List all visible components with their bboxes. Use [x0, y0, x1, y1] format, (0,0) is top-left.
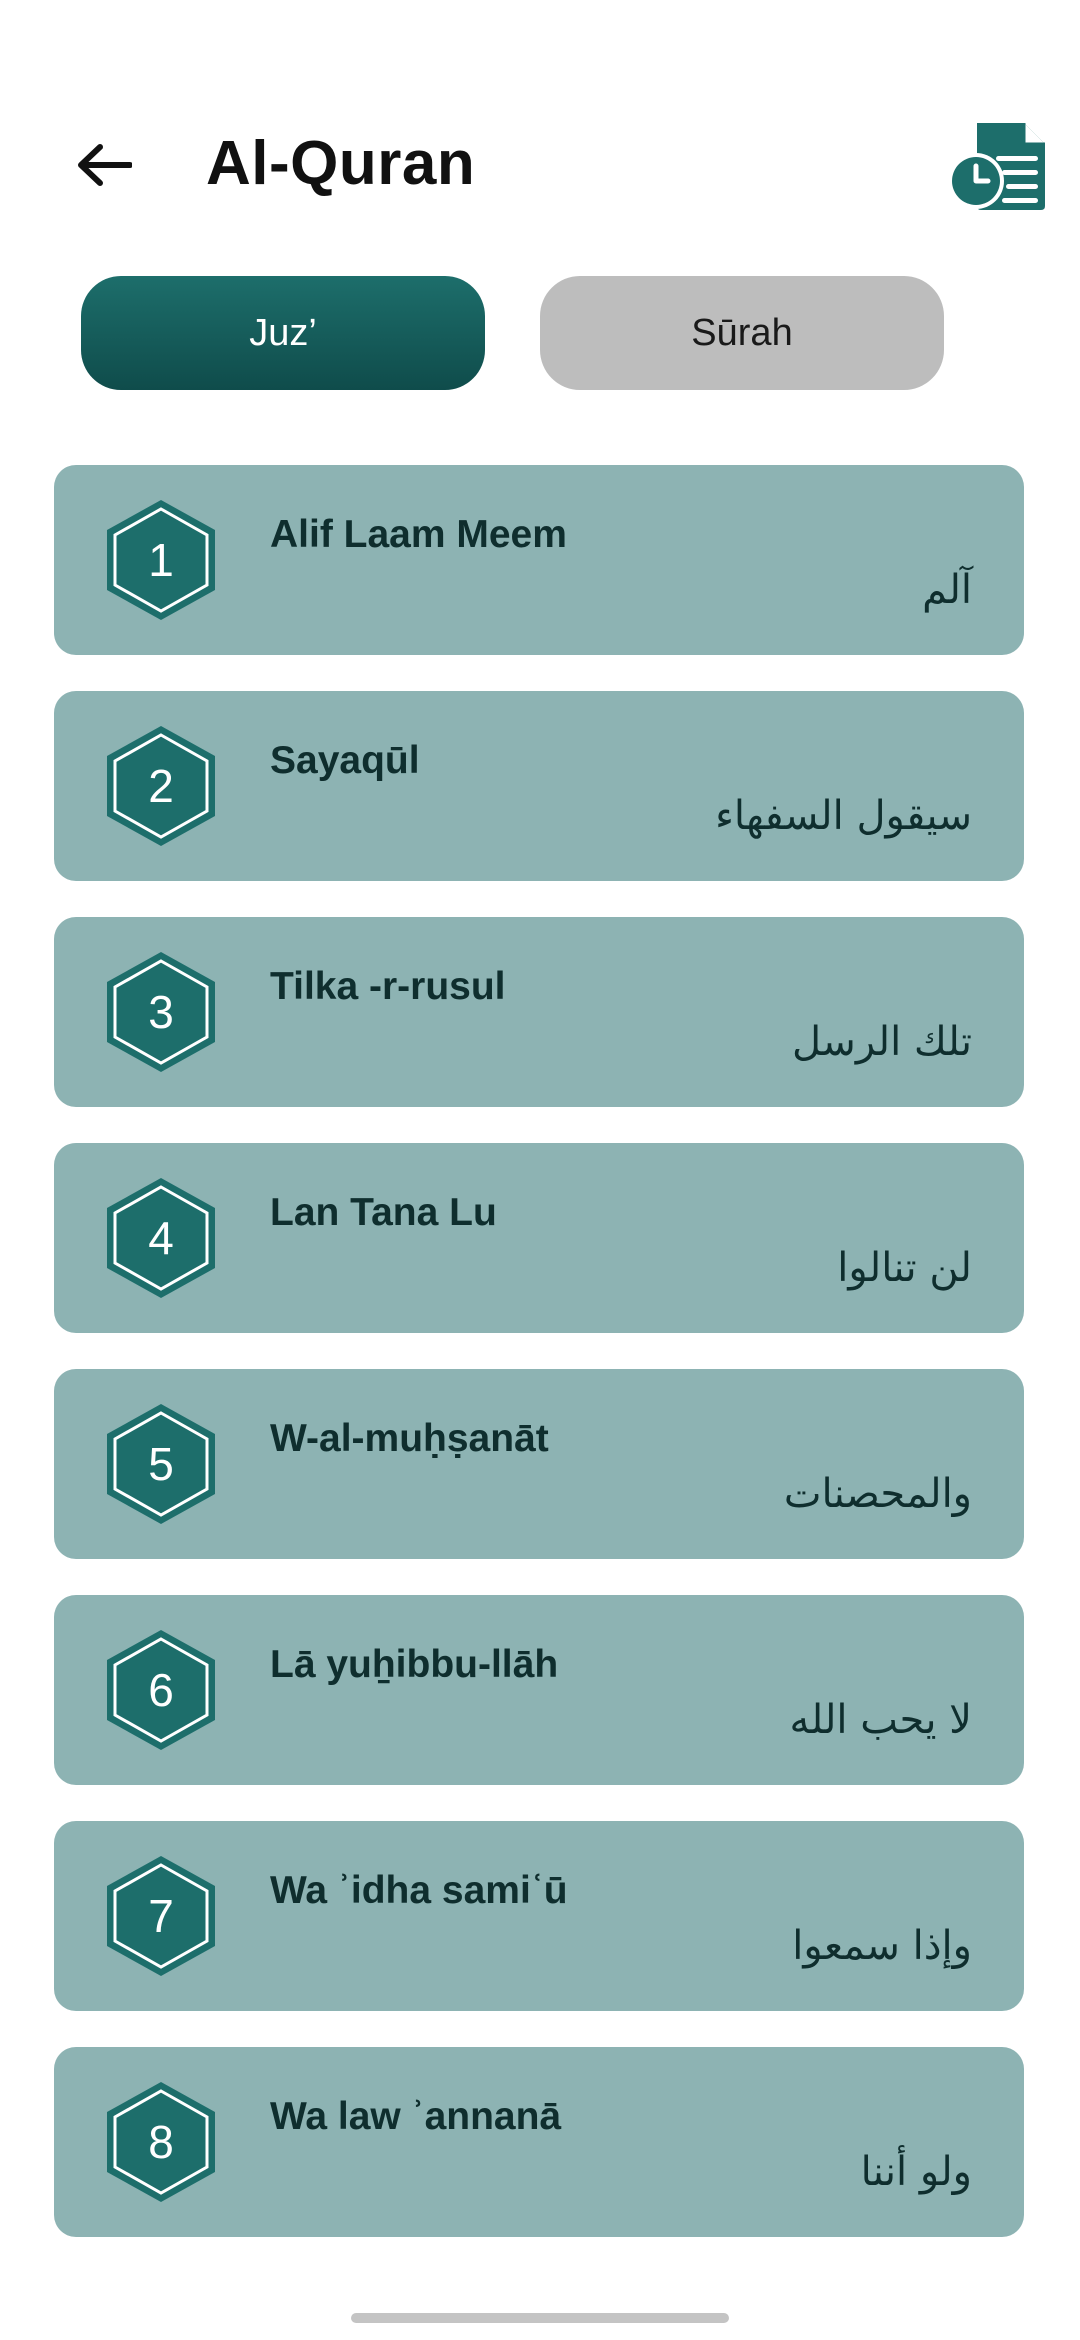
juz-name: Sayaqūl — [270, 739, 420, 782]
juz-name: Tilka -r-rusul — [270, 965, 506, 1008]
tab-juz[interactable]: Juz’ — [81, 276, 485, 390]
back-button[interactable] — [64, 130, 144, 200]
juz-number: 5 — [148, 1438, 174, 1490]
juz-name: Lan Tana Lu — [270, 1191, 497, 1234]
juz-number: 4 — [148, 1212, 174, 1264]
home-indicator[interactable] — [351, 2313, 729, 2323]
juz-card[interactable]: 7 Wa ʾidha samiʿū وإذا سمعوا — [54, 1821, 1024, 2011]
juz-list: 1 Alif Laam Meem آلم 2 Sayaqūl سيقول الس… — [54, 465, 1024, 2273]
juz-number-badge: 7 — [104, 1854, 218, 1978]
juz-name: Wa ʾidha samiʿū — [270, 1869, 568, 1912]
juz-number-badge: 3 — [104, 950, 218, 1074]
juz-number: 7 — [148, 1890, 174, 1942]
juz-number: 1 — [148, 534, 174, 586]
juz-number-badge: 8 — [104, 2080, 218, 2204]
juz-number-badge: 6 — [104, 1628, 218, 1752]
juz-card[interactable]: 2 Sayaqūl سيقول السفهاء — [54, 691, 1024, 881]
juz-number: 2 — [148, 760, 174, 812]
juz-number-badge: 5 — [104, 1402, 218, 1526]
juz-name: W-al-muḥṣanāt — [270, 1417, 549, 1460]
tab-surah[interactable]: Sūrah — [540, 276, 944, 390]
juz-card[interactable]: 1 Alif Laam Meem آلم — [54, 465, 1024, 655]
juz-number-badge: 1 — [104, 498, 218, 622]
reading-history-button[interactable] — [948, 118, 1050, 218]
juz-name: Alif Laam Meem — [270, 513, 567, 556]
juz-card[interactable]: 6 Lā yuẖibbu-llāh لا يحب الله — [54, 1595, 1024, 1785]
juz-arabic-name: آلم — [922, 567, 972, 613]
juz-name: Wa law ʾannanā — [270, 2095, 562, 2138]
juz-number: 8 — [148, 2116, 174, 2168]
juz-arabic-name: لا يحب الله — [789, 1697, 972, 1743]
juz-arabic-name: لن تنالوا — [837, 1245, 972, 1291]
juz-arabic-name: تلك الرسل — [792, 1019, 972, 1065]
juz-arabic-name: وإذا سمعوا — [792, 1923, 972, 1969]
juz-number: 3 — [148, 986, 174, 1038]
juz-number-badge: 4 — [104, 1176, 218, 1300]
juz-card[interactable]: 4 Lan Tana Lu لن تنالوا — [54, 1143, 1024, 1333]
juz-arabic-name: ولو أننا — [860, 2149, 972, 2195]
arrow-left-icon — [78, 144, 132, 186]
juz-card[interactable]: 8 Wa law ʾannanā ولو أننا — [54, 2047, 1024, 2237]
juz-arabic-name: سيقول السفهاء — [715, 793, 972, 839]
juz-number: 6 — [148, 1664, 174, 1716]
juz-arabic-name: والمحصنات — [783, 1471, 972, 1517]
document-clock-icon — [948, 123, 1045, 210]
tab-bar: Juz’ Sūrah — [0, 276, 1080, 392]
juz-card[interactable]: 3 Tilka -r-rusul تلك الرسل — [54, 917, 1024, 1107]
juz-name: Lā yuẖibbu-llāh — [270, 1643, 559, 1686]
app-header: Al-Quran — [0, 100, 1080, 230]
juz-number-badge: 2 — [104, 724, 218, 848]
page-title: Al-Quran — [206, 129, 476, 198]
juz-card[interactable]: 5 W-al-muḥṣanāt والمحصنات — [54, 1369, 1024, 1559]
